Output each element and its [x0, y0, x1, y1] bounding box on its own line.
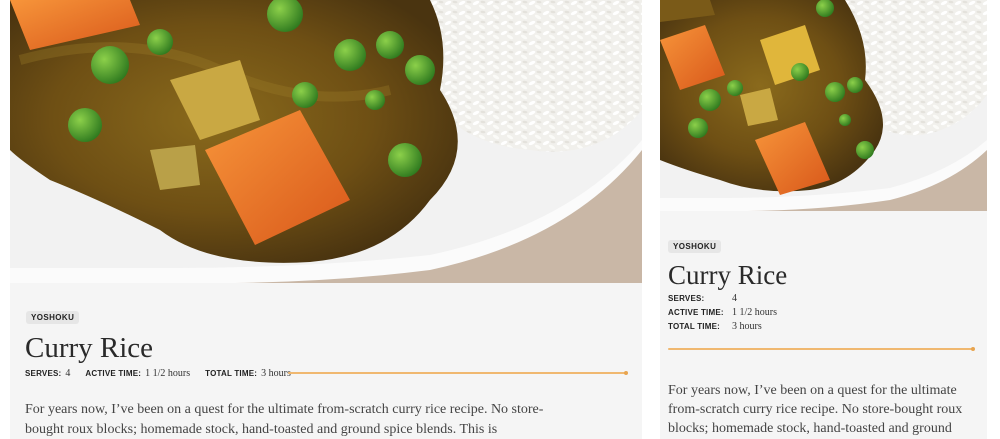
total-time-meta: TOTAL TIME: 3 hours	[668, 321, 777, 335]
active-time-label: ACTIVE TIME:	[668, 308, 724, 317]
serves-label: SERVES:	[25, 368, 62, 378]
serves-value: 4	[65, 367, 71, 379]
recipe-meta: SERVES: 4 ACTIVE TIME: 1 1/2 hours TOTAL…	[668, 293, 777, 335]
active-time-value: 1 1/2 hours	[732, 307, 777, 318]
total-time-value: 3 hours	[732, 321, 762, 332]
recipe-title: Curry Rice	[668, 260, 788, 290]
total-time-label: TOTAL TIME:	[205, 368, 258, 378]
recipe-card-narrow[interactable]: YOSHOKU Curry Rice SERVES: 4 ACTIVE TIME…	[660, 0, 987, 439]
active-time-meta: ACTIVE TIME: 1 1/2 hours	[668, 307, 777, 321]
total-time-value: 3 hours	[261, 367, 291, 379]
curry-rice-photo	[660, 0, 987, 211]
total-time-label: TOTAL TIME:	[668, 322, 720, 331]
serves-value: 4	[732, 293, 737, 304]
recipe-meta: SERVES: 4 ACTIVE TIME: 1 1/2 hours TOTAL…	[25, 367, 306, 379]
serves-meta: SERVES: 4	[25, 368, 70, 379]
recipe-intro: For years now, I’ve been on a quest for …	[668, 383, 963, 436]
category-tag[interactable]: YOSHOKU	[26, 311, 80, 324]
active-time-value: 1 1/2 hours	[145, 367, 191, 379]
active-time-label: ACTIVE TIME:	[85, 368, 142, 378]
serves-label: SERVES:	[668, 294, 705, 303]
curry-rice-photo	[10, 0, 642, 283]
recipe-intro: For years now, I’ve been on a quest for …	[25, 402, 544, 437]
recipe-card-wide[interactable]: YOSHOKU Curry Rice SERVES: 4 ACTIVE TIME…	[10, 0, 642, 439]
serves-meta: SERVES: 4	[668, 293, 777, 307]
accent-divider	[288, 371, 628, 375]
total-time-meta: TOTAL TIME: 3 hours	[205, 368, 291, 379]
recipe-title: Curry Rice	[25, 332, 154, 364]
active-time-meta: ACTIVE TIME: 1 1/2 hours	[85, 368, 190, 379]
category-tag[interactable]: YOSHOKU	[668, 240, 722, 253]
accent-divider	[668, 347, 975, 351]
